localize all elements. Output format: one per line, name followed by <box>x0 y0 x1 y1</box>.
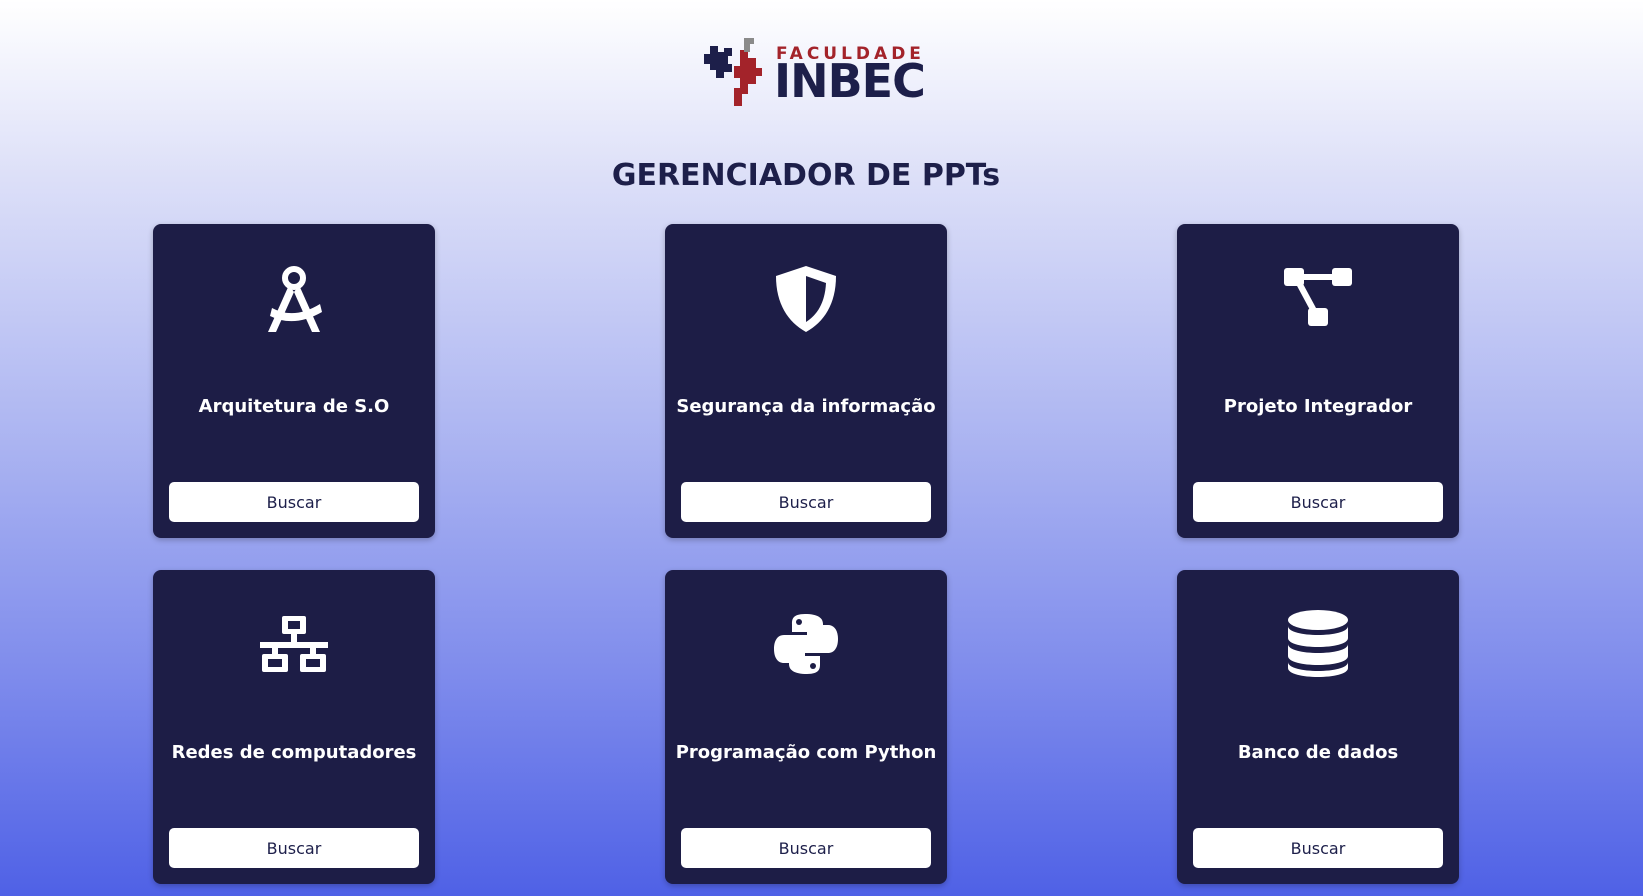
database-icon <box>1177 604 1459 684</box>
page-title: GERENCIADOR DE PPTs <box>611 158 1001 193</box>
card-title: Banco de dados <box>1237 742 1399 763</box>
compass-drafting-icon <box>153 258 435 338</box>
card-title: Segurança da informação <box>676 396 936 417</box>
network-wired-icon <box>153 604 435 684</box>
buscar-button[interactable]: Buscar <box>681 482 931 522</box>
buscar-button[interactable]: Buscar <box>169 482 419 522</box>
buscar-button[interactable]: Buscar <box>169 828 419 868</box>
card-redes-computadores: Redes de computadores Buscar <box>153 570 435 884</box>
buscar-button[interactable]: Buscar <box>1193 482 1443 522</box>
card-banco-dados: Banco de dados Buscar <box>1177 570 1459 884</box>
card-title: Programação com Python <box>675 742 937 763</box>
card-arquitetura-so: Arquitetura de S.O Buscar <box>153 224 435 538</box>
diagram-project-icon <box>1177 258 1459 338</box>
buscar-button[interactable]: Buscar <box>1193 828 1443 868</box>
card-title: Redes de computadores <box>171 742 417 763</box>
shield-icon <box>665 258 947 338</box>
logo-inbec-text: INBEC <box>774 54 926 108</box>
card-programacao-python: Programação com Python Buscar <box>665 570 947 884</box>
card-seguranca-informacao: Segurança da informação Buscar <box>665 224 947 538</box>
card-projeto-integrador: Projeto Integrador Buscar <box>1177 224 1459 538</box>
card-title: Projeto Integrador <box>1223 396 1413 417</box>
faculdade-inbec-logo: FACULDADE INBEC <box>694 36 926 118</box>
python-icon <box>665 604 947 684</box>
card-title: Arquitetura de S.O <box>198 396 390 417</box>
brazil-map-logo-icon <box>704 38 762 106</box>
buscar-button[interactable]: Buscar <box>681 828 931 868</box>
